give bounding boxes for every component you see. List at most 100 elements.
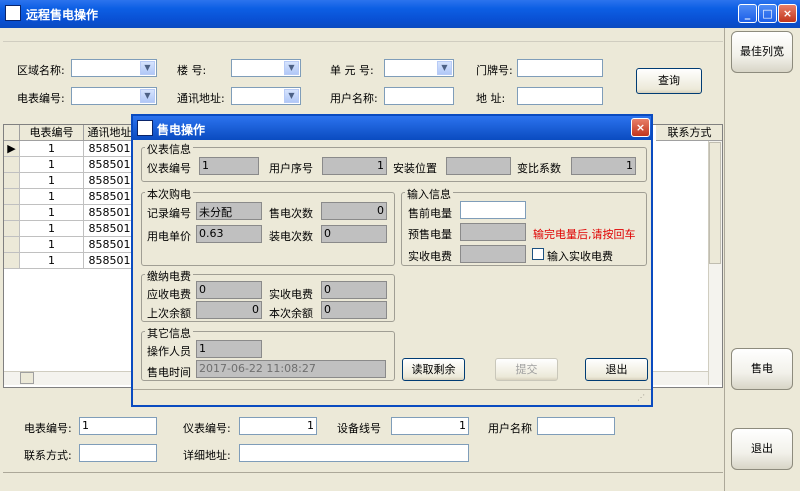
dialog-icon [137,120,153,136]
user-filter-input[interactable] [384,87,454,105]
dialog-close-button[interactable]: × [631,118,650,137]
row-header[interactable] [4,189,20,205]
chevron-down-icon[interactable]: ▼ [437,61,452,75]
table-cell[interactable]: 1 [20,173,84,189]
door-label: 门牌号: [476,64,513,77]
row-header[interactable]: ▶ [4,141,20,157]
area-select[interactable]: ▼ [71,59,157,77]
bottom-instr-input[interactable]: 1 [239,417,317,435]
bottom-address-label: 详细地址: [183,449,231,462]
presale-input[interactable] [460,223,526,241]
table-cell[interactable]: 1 [20,221,84,237]
bottom-contact-input[interactable] [79,444,157,462]
col-header-meter[interactable]: 电表编号 [20,125,84,141]
sell-button[interactable]: 售电 [731,348,793,390]
resize-grip-icon[interactable]: ⋰ [637,393,649,404]
table-cell[interactable]: 858501 [84,221,136,237]
table-cell[interactable]: 1 [20,237,84,253]
location-label: 安装位置 [393,162,437,175]
row-header[interactable] [4,237,20,253]
menu-bar [3,28,723,42]
unit-select[interactable]: ▼ [384,59,454,77]
table-cell[interactable]: 858501 [84,237,136,253]
bottom-user-input[interactable] [537,417,615,435]
ratio-field[interactable]: 1 [571,157,636,175]
table-cell[interactable]: 858501 [84,205,136,221]
install-count-label: 装电次数 [269,230,313,243]
meter-no-label: 仪表编号 [147,162,191,175]
read-remaining-button[interactable]: 读取剩余 [402,358,465,381]
payment-title: 缴纳电费 [145,268,193,284]
last-balance-label: 上次余额 [147,307,191,320]
operator-field[interactable]: 1 [196,340,262,358]
row-header[interactable] [4,253,20,269]
price-label: 用电单价 [147,230,191,243]
table-cell[interactable]: 858501 [84,189,136,205]
record-field[interactable]: 未分配 [196,202,262,220]
actual-fee-check-label[interactable]: 输入实收电费 [547,248,613,264]
bottom-meter-input[interactable]: 1 [79,417,157,435]
bottom-address-input[interactable] [239,444,469,462]
meter-no-field[interactable]: 1 [199,157,259,175]
due-field[interactable]: 0 [196,281,262,299]
table-cell[interactable]: 1 [20,253,84,269]
price-field[interactable]: 0.63 [196,225,262,243]
row-header[interactable] [4,221,20,237]
door-input[interactable] [517,59,603,77]
table-cell[interactable]: 1 [20,141,84,157]
row-header[interactable] [4,205,20,221]
actual-fee-checkbox[interactable] [532,248,544,260]
chevron-down-icon[interactable]: ▼ [140,89,155,103]
row-header[interactable] [4,173,20,189]
user-seq-label: 用户序号 [269,162,313,175]
maximize-button[interactable]: □ [758,4,777,23]
meter-select[interactable]: ▼ [71,87,157,105]
time-field[interactable]: 2017-06-22 11:08:27 [196,360,386,378]
last-balance-field[interactable]: 0 [196,301,262,319]
table-cell[interactable]: 1 [20,189,84,205]
best-width-button[interactable]: 最佳列宽 [731,31,793,73]
table-cell[interactable]: 858501 [84,253,136,269]
comm-select[interactable]: ▼ [231,87,301,105]
minimize-button[interactable]: _ [738,4,757,23]
close-button[interactable]: × [778,4,797,23]
table-cell[interactable]: 1 [20,157,84,173]
col-header-comm[interactable]: 通讯地址 [84,125,136,141]
this-balance-field[interactable]: 0 [321,301,387,319]
chevron-down-icon[interactable]: ▼ [140,61,155,75]
sell-count-field[interactable]: 0 [321,202,387,220]
col-header-contact[interactable]: 联系方式 [656,125,722,141]
bottom-line-input[interactable]: 1 [391,417,469,435]
due-label: 应收电费 [147,288,191,301]
actual-fee-input[interactable] [460,245,526,263]
user-seq-field[interactable]: 1 [322,157,387,175]
chevron-down-icon[interactable]: ▼ [284,61,299,75]
building-select[interactable]: ▼ [231,59,301,77]
meter-info-title: 仪表信息 [145,141,193,157]
scroll-thumb[interactable] [709,142,721,264]
query-button[interactable]: 查询 [636,68,702,94]
bottom-user-label: 用户名称 [488,422,532,435]
table-cell[interactable]: 1 [20,205,84,221]
table-cell[interactable]: 858501 [84,141,136,157]
window-title: 远程售电操作 [26,8,99,22]
addr-filter-label: 地 址: [476,92,506,105]
input-title: 输入信息 [405,186,453,202]
side-exit-button[interactable]: 退出 [731,428,793,470]
meter-filter-label: 电表编号: [17,92,65,105]
pre-sale-input[interactable] [460,201,526,219]
dialog-status-bar [133,389,651,405]
addr-filter-input[interactable] [517,87,603,105]
chevron-down-icon[interactable]: ▼ [284,89,299,103]
row-header[interactable] [4,157,20,173]
dialog-exit-button[interactable]: 退出 [585,358,648,381]
location-field[interactable] [446,157,511,175]
table-cell[interactable]: 858501 [84,173,136,189]
hscroll-thumb[interactable] [20,372,34,384]
table-cell[interactable]: 858501 [84,157,136,173]
submit-button[interactable]: 提交 [495,358,558,381]
bottom-meter-label: 电表编号: [24,422,72,435]
bottom-instr-label: 仪表编号: [183,422,231,435]
received-field[interactable]: 0 [321,281,387,299]
install-count-field[interactable]: 0 [321,225,387,243]
